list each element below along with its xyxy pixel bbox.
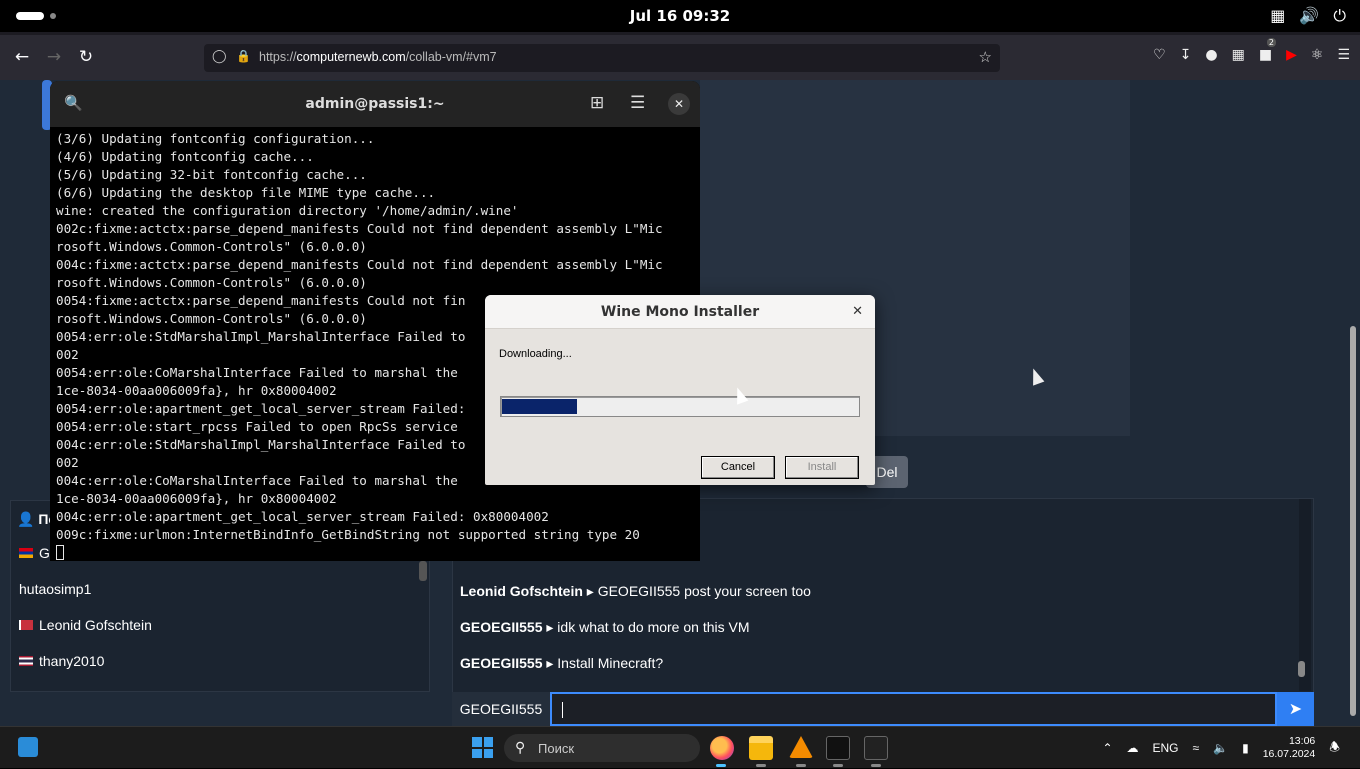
hamburger-menu-icon[interactable]: ☰ <box>630 93 645 113</box>
terminal-cursor <box>56 545 64 560</box>
lock-icon[interactable]: 🔒 <box>236 49 251 63</box>
terminal-line: (6/6) Updating the desktop file MIME typ… <box>56 185 436 200</box>
install-button[interactable]: Install <box>785 456 859 479</box>
users-scrollbar[interactable] <box>419 561 427 581</box>
download-progress-bar <box>500 396 860 417</box>
power-icon[interactable]: ⏻ <box>1333 6 1346 26</box>
terminal-line: 004c:err:ole:apartment_get_local_server_… <box>56 509 549 524</box>
top-bar-clock[interactable]: Jul 16 09:32 <box>0 7 1360 25</box>
dialog-title: Wine Mono Installer <box>600 304 760 320</box>
user-row[interactable]: hutaosimp1 <box>19 581 91 597</box>
cancel-button[interactable]: Cancel <box>701 456 775 479</box>
close-icon[interactable]: ✕ <box>852 304 863 319</box>
account-icon[interactable]: ● <box>1205 47 1217 63</box>
belarus-flag-icon <box>19 620 33 630</box>
app-indicator <box>796 764 806 767</box>
react-devtools-icon[interactable]: ⚛ <box>1311 47 1324 63</box>
chat-username-label[interactable]: GEOEGII555 <box>452 692 550 726</box>
onedrive-icon[interactable]: ☁ <box>1127 741 1139 755</box>
gnome-top-bar: Jul 16 09:32 ▦ 🔊 ⏻ <box>0 0 1360 32</box>
text-cursor <box>562 702 563 718</box>
back-button[interactable]: ← <box>10 45 34 69</box>
terminal-line: 004c:fixme:actctx:parse_depend_manifests… <box>56 257 663 272</box>
wine-mono-installer-dialog: Wine Mono Installer ✕ Downloading... Can… <box>485 295 875 485</box>
browser-toolbar: ← → ↻ ◯ 🔒 https://computernewb.com/colla… <box>0 32 1360 80</box>
wifi-icon[interactable]: ≈ <box>1193 741 1200 755</box>
addon-badge-icon[interactable]: ■ 2 <box>1259 38 1276 63</box>
app-indicator <box>871 764 881 767</box>
terminal-line: rosoft.Windows.Common-Controls" (6.0.0.0… <box>56 239 367 254</box>
user-row[interactable]: thany2010 <box>19 653 104 669</box>
terminal-line: 002c:fixme:actctx:parse_depend_manifests… <box>56 221 663 236</box>
chat-message: Leonid Gofschtein ▸ GEOEGII555 post your… <box>460 583 811 599</box>
chevron-up-icon[interactable]: ⌃ <box>1102 741 1112 755</box>
cmd-icon[interactable] <box>826 736 850 760</box>
address-bar[interactable]: ◯ 🔒 https://computernewb.com/collab-vm/#… <box>204 44 1000 72</box>
forward-button[interactable]: → <box>42 45 66 69</box>
terminal-line: (4/6) Updating fontconfig cache... <box>56 149 314 164</box>
close-icon[interactable]: ✕ <box>668 93 690 115</box>
chat-scrollbar-thumb[interactable] <box>1298 661 1305 677</box>
user-row[interactable]: G. <box>19 545 54 561</box>
send-button[interactable]: ➤ <box>1277 692 1314 726</box>
terminal-line: rosoft.Windows.Common-Controls" (6.0.0.0… <box>56 275 367 290</box>
dialog-titlebar[interactable]: Wine Mono Installer ✕ <box>485 295 875 329</box>
reload-button[interactable]: ↻ <box>74 45 98 69</box>
windows-taskbar: ⚲ Поиск ⌃ ☁ ENG ≈ 🔈 ▮ 13:06 16.07.2024 🕭 <box>0 726 1360 768</box>
terminal-icon[interactable] <box>864 736 888 760</box>
terminal-line: wine: created the configuration director… <box>56 203 519 218</box>
network-icon[interactable]: ▦ <box>1270 6 1285 26</box>
active-app-indicator <box>716 764 726 767</box>
language-indicator[interactable]: ENG <box>1153 741 1179 755</box>
bookmark-star-icon[interactable]: ☆ <box>979 48 992 66</box>
file-explorer-icon[interactable] <box>749 736 773 760</box>
toolbar-icons: ♡ ↧ ● ▦ ■ 2 ▶ ⚛ ☰ <box>1153 38 1350 63</box>
tracking-shield-icon[interactable]: ◯ <box>212 49 227 64</box>
volume-icon[interactable]: 🔊 <box>1299 6 1319 26</box>
user-row[interactable]: Leonid Gofschtein <box>19 617 152 633</box>
app-menu-icon[interactable]: ☰ <box>1337 47 1350 63</box>
terminal-line: (3/6) Updating fontconfig configuration.… <box>56 131 375 146</box>
progress-fill <box>502 399 577 414</box>
terminal-header: 🔍 admin@passis1:~ ⊞ ☰ ✕ <box>50 81 700 127</box>
thailand-flag-icon <box>19 656 33 666</box>
chat-message: GEOEGII555 ▸ idk what to do more on this… <box>460 619 750 635</box>
taskbar-clock[interactable]: 13:06 16.07.2024 <box>1263 735 1316 761</box>
system-tray[interactable]: ▦ 🔊 ⏻ <box>1270 6 1346 26</box>
terminal-line: 1ce-8034-00aa006009fa}, hr 0x80004002 <box>56 491 337 506</box>
terminal-line: (5/6) Updating 32-bit fontconfig cache..… <box>56 167 367 182</box>
terminal-prompt-line <box>56 544 696 561</box>
extensions-icon[interactable]: ▦ <box>1232 47 1245 63</box>
search-icon: ⚲ <box>515 739 526 755</box>
vlc-icon[interactable] <box>789 736 813 758</box>
app-indicator <box>756 764 766 767</box>
widgets-icon[interactable] <box>18 737 38 757</box>
chat-input-row: GEOEGII555 ➤ <box>452 692 1314 726</box>
new-tab-icon[interactable]: ⊞ <box>590 93 604 113</box>
firefox-icon[interactable] <box>710 736 734 760</box>
taskbar-tray: ⌃ ☁ ENG ≈ 🔈 ▮ 13:06 16.07.2024 🕭 <box>1102 727 1340 769</box>
taskbar-search[interactable]: ⚲ Поиск <box>504 734 700 762</box>
downloads-icon[interactable]: ↧ <box>1180 47 1192 63</box>
start-button[interactable] <box>472 737 493 758</box>
armenia-flag-icon <box>19 548 33 558</box>
notification-bell-icon[interactable]: 🕭 <box>1329 738 1340 759</box>
chat-message: GEOEGII555 ▸ Install Minecraft? <box>460 655 664 671</box>
pocket-icon[interactable]: ♡ <box>1153 47 1166 63</box>
volume-icon[interactable]: 🔈 <box>1213 741 1228 755</box>
url-text[interactable]: https://computernewb.com/collab-vm/#vm7 <box>259 50 497 64</box>
page-scrollbar[interactable] <box>1350 326 1356 716</box>
chat-message-input[interactable] <box>550 692 1277 726</box>
youtube-extension-icon[interactable]: ▶ <box>1286 47 1297 63</box>
download-status: Downloading... <box>499 348 572 360</box>
battery-icon[interactable]: ▮ <box>1242 741 1249 755</box>
app-indicator <box>833 764 843 767</box>
terminal-line: 009c:fixme:urlmon:InternetBindInfo_GetBi… <box>56 527 640 542</box>
